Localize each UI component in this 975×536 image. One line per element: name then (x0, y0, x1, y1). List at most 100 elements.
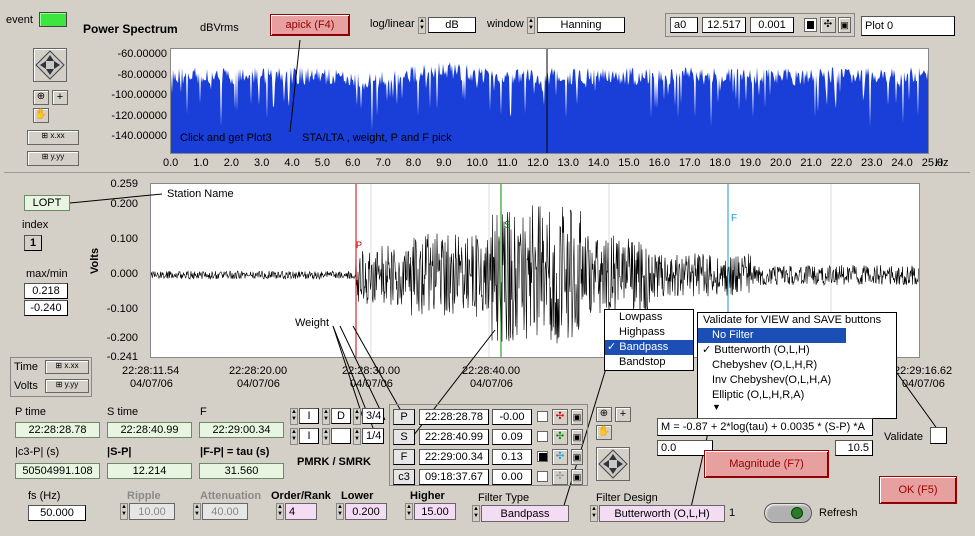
cursor-row-crosshair-icon[interactable]: ✣ (552, 429, 568, 445)
higher-spinner[interactable]: ▲ ▼ (405, 503, 413, 520)
cursor-row-name[interactable]: c3 (393, 469, 415, 485)
index-value[interactable]: 1 (24, 235, 42, 251)
higher-value[interactable]: 15.00 (414, 503, 456, 520)
filter-type-option-highpass[interactable]: Highpass (605, 325, 693, 340)
pick1-polarity[interactable]: D (331, 408, 351, 424)
filter-type-select[interactable]: Bandpass (481, 505, 569, 522)
pan-navigator-icon[interactable] (33, 48, 67, 82)
pick2-weight[interactable]: 1/4 (362, 428, 384, 444)
volts-scale-format-icon[interactable]: ⊞ y.yy (45, 379, 89, 393)
filter-design-option-inv-chebyshev[interactable]: Inv Chebyshev(O,L,H,A) (698, 373, 896, 388)
filter-design-select[interactable]: Butterworth (O,L,H) (599, 505, 725, 522)
ok-button[interactable]: OK (F5) (879, 476, 957, 504)
scale-spinner[interactable]: ▲ ▼ (418, 17, 426, 34)
pick1-weight-spinner[interactable]: ▲ ▼ (353, 408, 361, 425)
filter-type-option-bandstop[interactable]: Bandstop (605, 355, 693, 370)
cursor-crosshair-icon[interactable]: + (615, 407, 631, 422)
magnitude-formula[interactable]: M = -0.87 + 2*log(tau) + 0.0035 * (S-P) … (657, 418, 873, 436)
cursor-row-name[interactable]: F (393, 449, 415, 465)
cursor-row-time[interactable]: 22:29:00.34 (419, 449, 489, 465)
pick2-type[interactable]: I (299, 428, 319, 444)
fs-value[interactable]: 50.000 (28, 505, 86, 521)
cursor-navigator-icon[interactable] (596, 447, 630, 481)
cursor-hand-icon[interactable]: ✋ (596, 425, 612, 440)
cursor-y[interactable]: 0.001 (750, 17, 794, 33)
attenuation-value[interactable]: 40.00 (202, 503, 248, 520)
cursor-row-lock-icon[interactable]: ▣ (571, 449, 583, 465)
plot-legend[interactable]: Plot 0 (861, 16, 955, 36)
order-value[interactable]: 4 (285, 503, 317, 520)
cursor-row-name[interactable]: S (393, 429, 415, 445)
pick2-polarity-spinner[interactable]: ▲ ▼ (322, 428, 330, 445)
cursor-row-style-icon[interactable] (537, 471, 548, 482)
window-spinner[interactable]: ▲ ▼ (527, 17, 535, 34)
filter-type-option-bandpass[interactable]: ✓ Bandpass (605, 340, 693, 355)
refresh-toggle[interactable] (764, 503, 812, 523)
magnitude-button[interactable]: Magnitude (F7) (704, 450, 829, 478)
volts-scale-label: Volts (14, 380, 38, 392)
cursor-row-value[interactable]: 0.13 (492, 449, 532, 465)
cursor-style-icon[interactable] (804, 18, 817, 32)
cursor-row-style-icon[interactable] (537, 411, 548, 422)
pick2-polarity[interactable] (331, 428, 351, 444)
cursor-row-style-icon[interactable] (537, 431, 548, 442)
window-select[interactable]: Hanning (537, 17, 625, 33)
apick-button[interactable]: apick (F4) (270, 14, 350, 36)
pick2-weight-spinner[interactable]: ▲ ▼ (353, 428, 361, 445)
refresh-led-icon (791, 507, 803, 519)
cursor-row-lock-icon[interactable]: ▣ (571, 469, 583, 485)
cursor-row-time[interactable]: 22:28:28.78 (419, 409, 489, 425)
lower-spinner[interactable]: ▲ ▼ (336, 503, 344, 520)
filter-design-option-butterworth[interactable]: ✓ Butterworth (O,L,H) (698, 343, 896, 358)
spectrum-y-tick: -100.00000 (111, 89, 167, 101)
filter-design-option-chebyshev[interactable]: Chebyshev (O,L,H,R) (698, 358, 896, 373)
attenuation-spinner[interactable]: ▲ ▼ (193, 503, 201, 520)
x-scale-format-icon[interactable]: ⊞ x.xx (27, 130, 79, 145)
filter-type-spinner[interactable]: ▲ ▼ (472, 505, 480, 522)
ripple-value[interactable]: 10.00 (129, 503, 175, 520)
cursor-row-value[interactable]: 0.00 (492, 469, 532, 485)
spectrum-x-tick: 4.0 (284, 157, 300, 169)
pick1-polarity-spinner[interactable]: ▲ ▼ (322, 408, 330, 425)
filter-design-option-elliptic[interactable]: Elliptic (O,L,H,R,A) (698, 388, 896, 403)
cursor-row-name[interactable]: P (393, 409, 415, 425)
cursor-row-lock-icon[interactable]: ▣ (571, 409, 583, 425)
cursor-row-time[interactable]: 09:18:37.67 (419, 469, 489, 485)
cursor-name[interactable]: a0 (670, 17, 698, 33)
filter-design-option-none[interactable]: No Filter (698, 328, 846, 343)
cursor-row-value[interactable]: 0.09 (492, 429, 532, 445)
pick1-weight[interactable]: 3/4 (362, 408, 384, 424)
y-scale-format-icon[interactable]: ⊞ y.yy (27, 151, 79, 166)
lock-icon[interactable]: ▣ (838, 17, 851, 33)
ripple-spinner[interactable]: ▲ ▼ (120, 503, 128, 520)
hand-icon[interactable]: ✋ (33, 108, 49, 123)
scale-select[interactable]: dB (428, 17, 476, 33)
filter-type-option-lowpass[interactable]: Lowpass (605, 310, 693, 325)
pick1-type-spinner[interactable]: ▲ ▼ (290, 408, 298, 425)
cursor-row-time[interactable]: 22:28:40.99 (419, 429, 489, 445)
cursor-row-value[interactable]: -0.00 (492, 409, 532, 425)
lower-value[interactable]: 0.200 (345, 503, 387, 520)
crosshair-tool-icon[interactable]: + (52, 90, 68, 105)
cursor-x[interactable]: 12.517 (702, 17, 746, 33)
magnitude-max[interactable]: 10.5 (835, 440, 873, 456)
pick2-type-spinner[interactable]: ▲ ▼ (290, 428, 298, 445)
cursor-row-crosshair-icon[interactable]: ✣ (552, 409, 568, 425)
spectrum-plot[interactable] (170, 48, 929, 154)
validate-checkbox[interactable] (930, 427, 947, 444)
crosshair-icon[interactable]: ✣ (820, 17, 836, 33)
window-label: window (487, 18, 524, 30)
cursor-row-crosshair-icon[interactable]: ✣ (552, 449, 568, 465)
filter-design-menu[interactable]: Validate for VIEW and SAVE buttons No Fi… (697, 312, 897, 419)
cursor-row-crosshair-icon[interactable]: ✣ (552, 469, 568, 485)
cursor-row-lock-icon[interactable]: ▣ (571, 429, 583, 445)
time-scale-format-icon[interactable]: ⊞ x.xx (45, 360, 89, 374)
pick1-type[interactable]: I (299, 408, 319, 424)
zoom-icon[interactable]: ⊕ (33, 90, 49, 105)
cursor-row-style-icon[interactable] (537, 451, 548, 462)
filter-design-spinner[interactable]: ▲ ▼ (590, 505, 598, 522)
order-spinner[interactable]: ▲ ▼ (276, 503, 284, 520)
cursor-zoom-icon[interactable]: ⊕ (596, 407, 612, 422)
scroll-down-arrow-icon[interactable]: ▼ (698, 403, 896, 413)
filter-type-menu[interactable]: Lowpass Highpass ✓ Bandpass Bandstop (604, 309, 694, 371)
